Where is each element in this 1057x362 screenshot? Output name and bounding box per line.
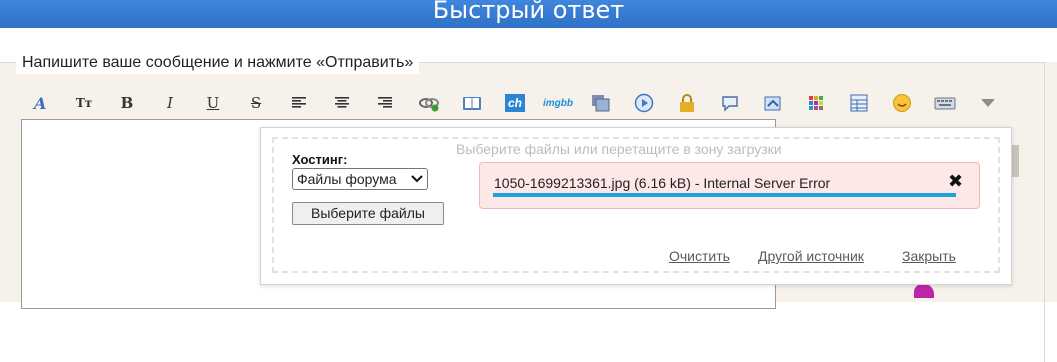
font-face-icon: A xyxy=(32,94,46,112)
scrollbar-thumb[interactable] xyxy=(1012,145,1019,177)
choose-files-button[interactable]: Выберите файлы xyxy=(292,202,444,225)
more-button[interactable] xyxy=(975,91,1001,115)
color-grid-icon xyxy=(809,96,823,110)
gallery-icon xyxy=(592,95,610,112)
strikethrough-icon: S xyxy=(250,94,262,112)
keyboard-icon xyxy=(934,97,956,110)
clear-link[interactable]: Очистить xyxy=(669,247,730,265)
comment-button[interactable] xyxy=(717,91,743,115)
align-left-button[interactable] xyxy=(286,91,312,115)
other-source-link[interactable]: Другой источник xyxy=(758,247,864,265)
hosting-select[interactable]: Файлы форума xyxy=(292,168,428,190)
quote-button[interactable] xyxy=(459,91,485,115)
align-right-button[interactable] xyxy=(372,91,398,115)
page-header: Быстрый ответ xyxy=(0,0,1057,28)
image-upload-icon xyxy=(764,96,781,111)
hosting-selected-value: Файлы форума xyxy=(297,171,397,187)
upload-progress-bar xyxy=(493,193,956,197)
video-button[interactable] xyxy=(631,91,657,115)
gallery-button[interactable] xyxy=(588,91,614,115)
chevron-down-icon xyxy=(981,99,995,107)
align-left-icon xyxy=(292,97,306,108)
underline-icon: U xyxy=(206,94,220,112)
color-button[interactable] xyxy=(803,91,829,115)
align-right-icon xyxy=(378,97,392,108)
table-button[interactable] xyxy=(846,91,872,115)
comment-icon xyxy=(722,96,738,112)
link-icon xyxy=(419,98,439,112)
hosting-label: Хостинг: xyxy=(292,152,348,167)
quote-icon xyxy=(463,97,481,110)
underline-button[interactable]: U xyxy=(200,91,226,115)
font-face-button[interactable]: A xyxy=(28,91,54,115)
italic-icon: I xyxy=(167,94,173,112)
svg-text:A: A xyxy=(32,94,46,112)
hide-button[interactable] xyxy=(674,91,700,115)
keyboard-button[interactable] xyxy=(932,91,958,115)
ch-icon: ch xyxy=(505,94,525,112)
smiley-button[interactable] xyxy=(889,91,915,115)
remove-file-icon[interactable]: ✖ xyxy=(948,172,963,190)
chevron-down-icon xyxy=(411,175,423,183)
align-center-button[interactable] xyxy=(329,91,355,115)
upload-file-status: 1050-1699213361.jpg (6.16 kB) - Internal… xyxy=(494,175,831,191)
drop-hint: Выберите файлы или перетащите в зону заг… xyxy=(456,141,782,157)
ch-button[interactable]: ch xyxy=(502,91,528,115)
image-upload-button[interactable] xyxy=(760,91,786,115)
align-center-icon xyxy=(335,97,349,108)
bold-button[interactable]: B xyxy=(114,91,140,115)
bold-icon: B xyxy=(120,94,134,112)
page-title: Быстрый ответ xyxy=(432,0,625,24)
imgbb-icon: imgbb xyxy=(543,97,573,109)
close-link[interactable]: Закрыть xyxy=(902,247,956,265)
italic-button[interactable]: I xyxy=(157,91,183,115)
smiley-icon xyxy=(893,94,911,112)
font-size-button[interactable]: Tт xyxy=(71,91,97,115)
imgbb-button[interactable]: imgbb xyxy=(543,91,573,115)
form-legend: Напишите ваше сообщение и нажмите «Отпра… xyxy=(16,52,420,74)
table-icon xyxy=(850,94,868,112)
strikethrough-button[interactable]: S xyxy=(243,91,269,115)
decorative-figure xyxy=(914,284,934,298)
lock-icon xyxy=(680,94,694,112)
font-size-icon: Tт xyxy=(75,96,93,110)
link-button[interactable] xyxy=(416,91,442,115)
play-icon xyxy=(634,93,654,113)
